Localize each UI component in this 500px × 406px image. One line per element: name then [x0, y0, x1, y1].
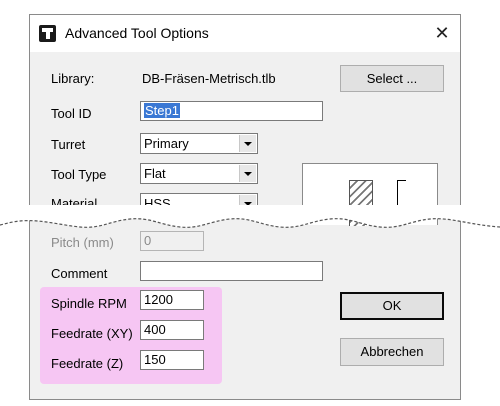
dialog-title: Advanced Tool Options	[65, 25, 209, 41]
spindle-rpm-label: Spindle RPM	[51, 296, 127, 311]
cancel-button-label: Abbrechen	[360, 344, 424, 359]
app-icon	[39, 25, 56, 42]
chevron-down-icon[interactable]	[239, 165, 256, 182]
library-label: Library:	[51, 71, 95, 86]
comment-label: Comment	[51, 266, 108, 281]
tool-id-input[interactable]: Step1	[140, 101, 323, 121]
ok-button-label: OK	[382, 298, 402, 313]
select-button[interactable]: Select ...	[340, 65, 444, 92]
turret-label: Turret	[51, 137, 86, 152]
feedrate-z-input[interactable]: 150	[140, 350, 204, 370]
tool-id-value: Step1	[144, 103, 180, 118]
tool-type-label: Tool Type	[51, 167, 107, 182]
feedrate-xy-input[interactable]: 400	[140, 320, 204, 340]
ok-button[interactable]: OK	[340, 292, 444, 320]
title-bar: Advanced Tool Options ✕	[30, 15, 460, 52]
tool-type-select[interactable]: Flat	[140, 163, 258, 184]
chevron-down-icon[interactable]	[239, 135, 256, 152]
feedrate-z-label: Feedrate (Z)	[51, 356, 124, 371]
tear-divider	[0, 205, 500, 228]
spindle-rpm-input[interactable]: 1200	[140, 290, 204, 310]
tool-id-label: Tool ID	[51, 106, 92, 121]
comment-input[interactable]	[140, 261, 323, 281]
turret-select[interactable]: Primary	[140, 133, 258, 154]
tool-type-value: Flat	[144, 166, 166, 181]
library-value: DB-Fräsen-Metrisch.tlb	[142, 71, 276, 86]
feedrate-xy-label: Feedrate (XY)	[51, 326, 133, 341]
close-icon[interactable]: ✕	[430, 21, 454, 45]
pitch-label: Pitch (mm)	[51, 235, 114, 250]
cancel-button[interactable]: Abbrechen	[340, 338, 444, 366]
turret-value: Primary	[144, 136, 189, 151]
